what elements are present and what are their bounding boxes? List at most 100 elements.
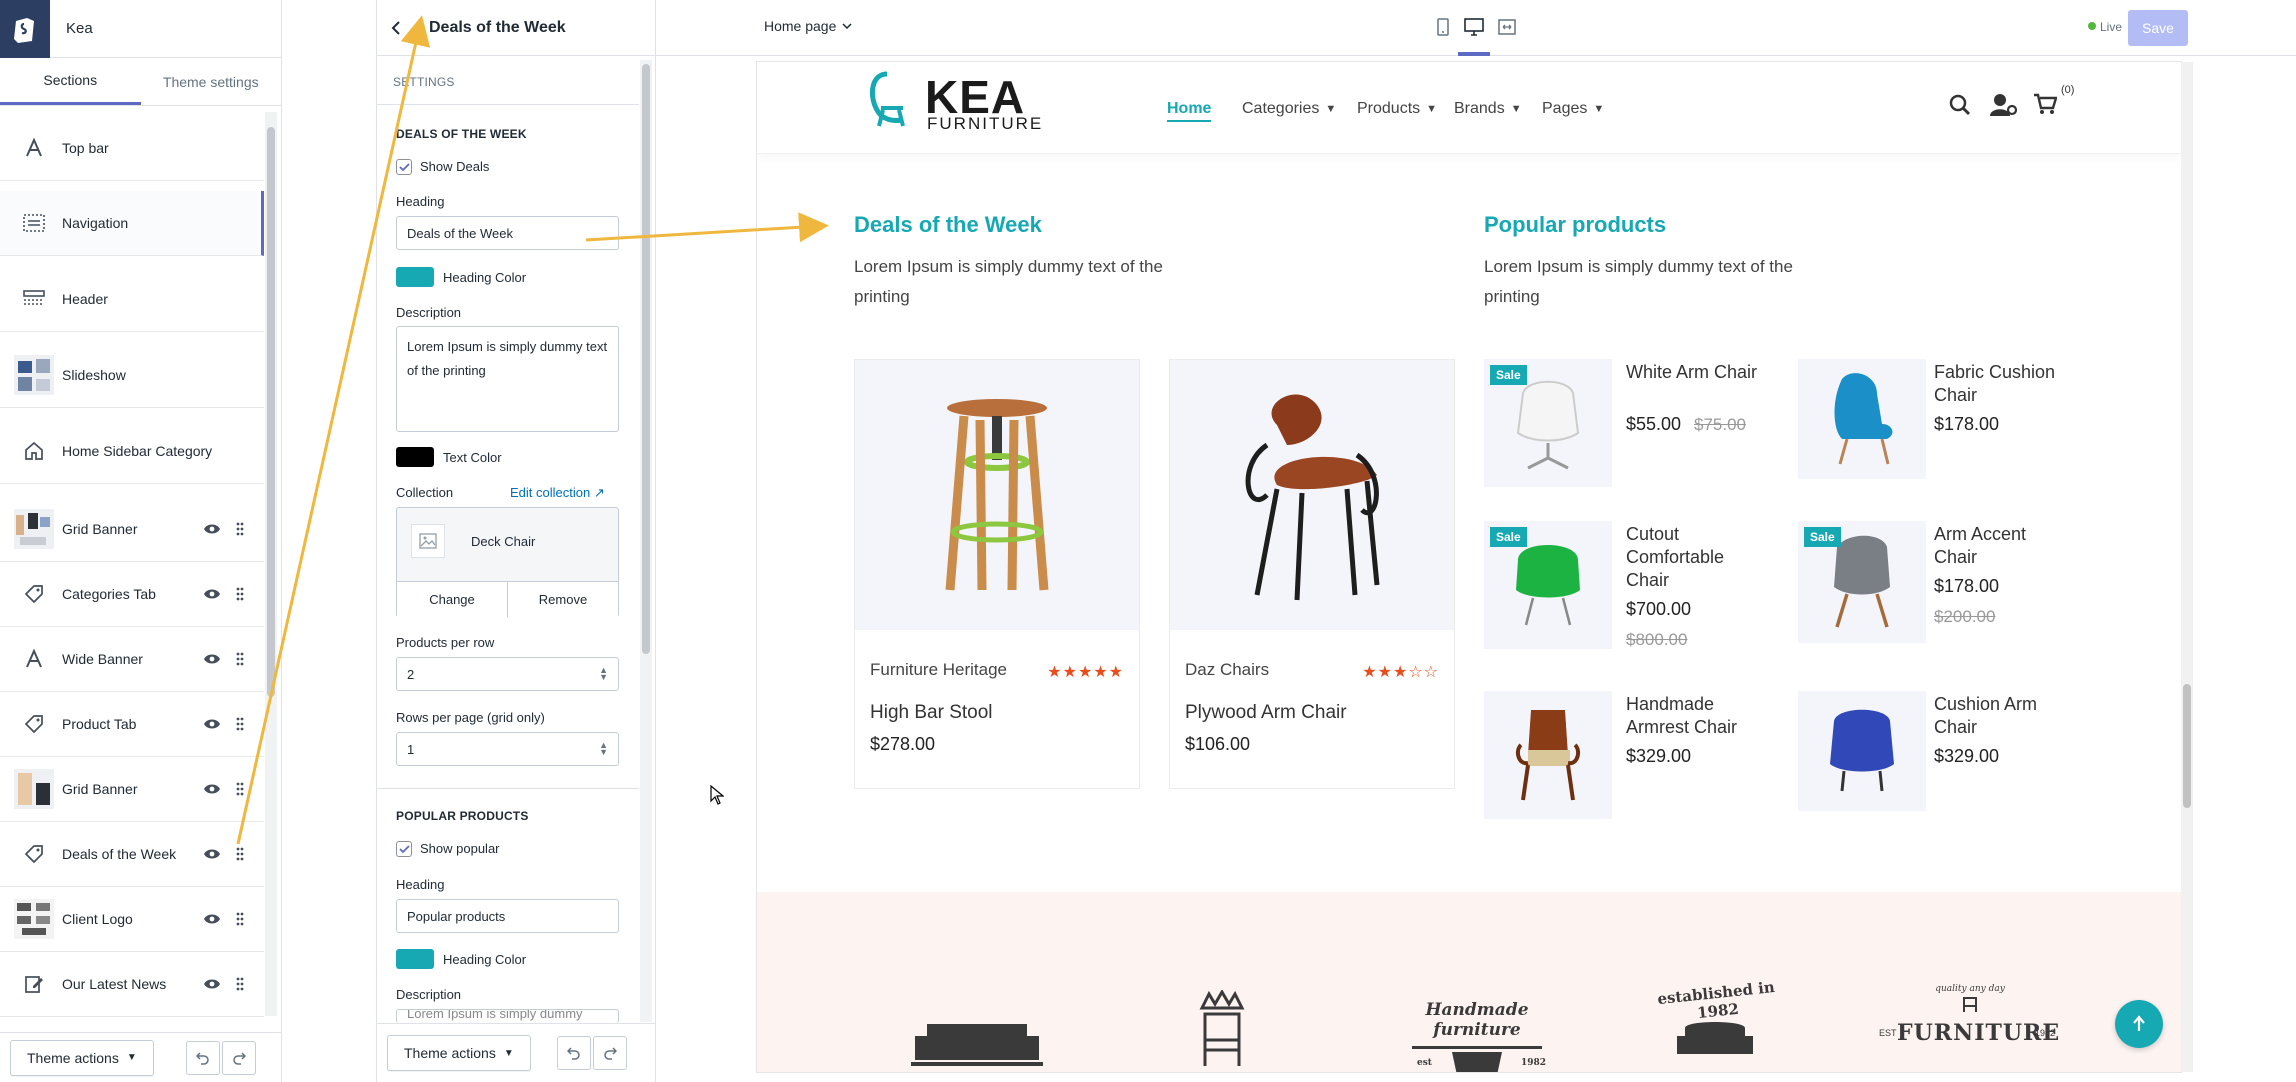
nav-pages[interactable]: Pages ▼ — [1542, 100, 1604, 118]
drag-handle-icon[interactable] — [226, 847, 254, 861]
rating-stars: ★ ★ ★ ☆ ☆ — [1362, 662, 1438, 682]
drag-handle-icon[interactable] — [226, 782, 254, 796]
search-icon[interactable] — [1949, 94, 1971, 116]
section-item-categories-tab[interactable]: Categories Tab — [0, 562, 264, 627]
preview-scrollbar[interactable] — [2181, 62, 2193, 1072]
popular-product-price: $55.00 — [1626, 414, 1682, 434]
popular-heading-label: Heading — [396, 877, 445, 892]
logo-est-text: est — [1417, 1058, 1432, 1068]
show-deals-checkbox[interactable] — [396, 159, 412, 175]
text-color-swatch[interactable] — [396, 447, 434, 467]
remove-collection-button[interactable]: Remove — [508, 581, 618, 617]
back-chevron-icon[interactable] — [391, 20, 401, 36]
popular-product-image[interactable]: Sale — [1484, 359, 1612, 487]
section-item-client-logo[interactable]: Client Logo — [0, 887, 264, 952]
eye-icon[interactable] — [198, 978, 226, 990]
save-button[interactable]: Save — [2128, 10, 2188, 46]
deal-product-card[interactable]: Daz Chairs ★ ★ ★ ☆ ☆ Plywood Arm Chair $106.… — [1169, 359, 1455, 789]
eye-icon[interactable] — [198, 523, 226, 535]
section-item-navigation[interactable]: Navigation — [0, 191, 264, 256]
deal-product-card[interactable]: Furniture Heritage ★ ★ ★ ★ ★ High Bar Stool … — [854, 359, 1140, 789]
eye-icon[interactable] — [198, 653, 226, 665]
section-item-deals-of-the-week[interactable]: Deals of the Week — [0, 822, 264, 887]
undo-button[interactable] — [556, 1036, 591, 1070]
popular-product-image[interactable]: Sale — [1484, 521, 1612, 649]
section-label: Slideshow — [62, 367, 126, 383]
nav-brands[interactable]: Brands ▼ — [1454, 100, 1522, 118]
drag-handle-icon[interactable] — [226, 717, 254, 731]
section-item-grid-banner[interactable]: Grid Banner — [0, 497, 264, 562]
section-item-our-latest-news[interactable]: Our Latest News — [0, 952, 264, 1017]
nav-products[interactable]: Products ▼ — [1357, 100, 1437, 118]
page-selector[interactable]: Home page — [764, 18, 852, 34]
eye-icon[interactable] — [198, 588, 226, 600]
heading-color-swatch[interactable] — [396, 267, 434, 287]
edit-note-icon — [14, 964, 54, 1004]
show-popular-checkbox[interactable] — [396, 841, 412, 857]
popular-product-image[interactable] — [1484, 691, 1612, 819]
section-item-slideshow[interactable]: Slideshow — [0, 343, 264, 408]
scrollbar-thumb[interactable] — [642, 64, 650, 654]
popular-product-image[interactable] — [1798, 359, 1926, 479]
section-label: Header — [62, 291, 108, 307]
change-collection-button[interactable]: Change — [397, 581, 508, 617]
popular-description-textarea[interactable]: Lorem Ipsum is simply dummy — [396, 1009, 619, 1023]
popular-heading-color-swatch[interactable] — [396, 949, 434, 969]
sections-scrollbar[interactable] — [265, 112, 277, 1016]
text-color-label: Text Color — [443, 450, 502, 465]
tab-theme-settings[interactable]: Theme settings — [141, 58, 282, 105]
eye-icon[interactable] — [198, 783, 226, 795]
eye-icon[interactable] — [198, 913, 226, 925]
heading-input[interactable]: Deals of the Week — [396, 216, 619, 250]
fullscreen-view-icon[interactable] — [1498, 18, 1516, 36]
section-item-header[interactable]: Header — [0, 267, 264, 332]
theme-actions-button[interactable]: Theme actions ▼ — [10, 1039, 154, 1076]
theme-actions-button[interactable]: Theme actions ▼ — [387, 1035, 531, 1071]
section-item-top-bar[interactable]: Top bar — [0, 116, 264, 181]
desktop-view-icon[interactable] — [1464, 18, 1484, 36]
scrollbar-thumb[interactable] — [2183, 684, 2191, 808]
section-item-home-sidebar-category[interactable]: Home Sidebar Category — [0, 419, 264, 484]
rows-per-page-select[interactable]: 1 ▲ ▼ — [396, 732, 619, 766]
popular-heading-color-label: Heading Color — [443, 952, 527, 967]
redo-button[interactable] — [221, 1040, 256, 1075]
drag-handle-icon[interactable] — [226, 652, 254, 666]
mobile-view-icon[interactable] — [1436, 18, 1450, 36]
save-label: Save — [2142, 20, 2174, 36]
popular-product-image[interactable] — [1798, 691, 1926, 811]
popular-heading-input[interactable]: Popular products — [396, 899, 619, 933]
edit-collection-link[interactable]: Edit collection ↗ — [510, 485, 605, 501]
nav-label: Categories — [1242, 100, 1320, 117]
tab-sections[interactable]: Sections — [0, 58, 141, 105]
undo-button[interactable] — [185, 1040, 220, 1075]
redo-button[interactable] — [592, 1036, 627, 1070]
mouse-cursor-icon — [710, 785, 724, 805]
description-textarea[interactable]: Lorem Ipsum is simply dummy text of the … — [396, 326, 619, 432]
scrollbar-thumb[interactable] — [267, 127, 275, 697]
text-a-icon — [14, 639, 54, 679]
arrow-up-icon — [2133, 1015, 2145, 1031]
drag-handle-icon[interactable] — [226, 587, 254, 601]
drag-handle-icon[interactable] — [226, 912, 254, 926]
drag-handle-icon[interactable] — [226, 977, 254, 991]
nav-categories[interactable]: Categories ▼ — [1242, 100, 1336, 118]
section-item-grid-banner-2[interactable]: Grid Banner — [0, 757, 264, 822]
cart-icon[interactable] — [2033, 93, 2057, 115]
settings-scrollbar[interactable] — [640, 60, 652, 1022]
account-icon[interactable] — [1990, 93, 2018, 117]
popular-product-image[interactable]: Sale — [1798, 521, 1926, 643]
chevron-down-icon: ▼ — [1426, 103, 1438, 115]
nav-home[interactable]: Home — [1167, 100, 1212, 122]
drag-handle-icon[interactable] — [226, 522, 254, 536]
tag-icon — [14, 704, 54, 744]
nav-label: Brands — [1454, 100, 1505, 117]
section-item-product-tab[interactable]: Product Tab — [0, 692, 264, 757]
section-item-wide-banner[interactable]: Wide Banner — [0, 627, 264, 692]
shopify-logo-icon[interactable] — [0, 0, 50, 58]
kea-logo-icon[interactable] — [861, 70, 913, 132]
eye-icon[interactable] — [198, 848, 226, 860]
scroll-to-top-button[interactable] — [2115, 1000, 2163, 1048]
products-per-row-select[interactable]: 2 ▲ ▼ — [396, 657, 619, 691]
tag-icon — [14, 574, 54, 614]
eye-icon[interactable] — [198, 718, 226, 730]
